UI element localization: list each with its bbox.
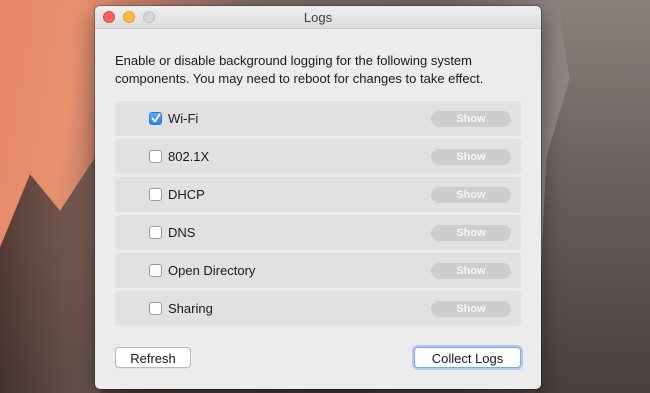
component-row-8021x: 802.1X Show bbox=[115, 139, 521, 174]
checkmark-icon bbox=[151, 113, 161, 123]
dhcp-checkbox[interactable] bbox=[149, 188, 162, 201]
component-label: 802.1X bbox=[168, 149, 210, 164]
title-bar[interactable]: Logs bbox=[95, 6, 541, 29]
component-list: Wi-Fi Show 802.1X Show DHCP Show DNS Sho… bbox=[115, 101, 521, 329]
refresh-button[interactable]: Refresh bbox=[115, 347, 191, 368]
component-label: Sharing bbox=[168, 301, 213, 316]
component-row-dhcp: DHCP Show bbox=[115, 177, 521, 212]
show-button-8021x[interactable]: Show bbox=[431, 149, 511, 165]
window-title: Logs bbox=[303, 10, 333, 25]
wallpaper-rock-right bbox=[535, 0, 650, 393]
dns-checkbox[interactable] bbox=[149, 226, 162, 239]
component-label: DHCP bbox=[168, 187, 205, 202]
component-row-dns: DNS Show bbox=[115, 215, 521, 250]
show-button-wifi[interactable]: Show bbox=[431, 111, 511, 127]
show-button-sharing[interactable]: Show bbox=[431, 301, 511, 317]
component-row-wifi: Wi-Fi Show bbox=[115, 101, 521, 136]
collect-logs-button[interactable]: Collect Logs bbox=[414, 347, 521, 368]
sharing-checkbox[interactable] bbox=[149, 302, 162, 315]
open-directory-checkbox[interactable] bbox=[149, 264, 162, 277]
component-row-sharing: Sharing Show bbox=[115, 291, 521, 326]
logs-window: Logs Enable or disable background loggin… bbox=[95, 6, 541, 389]
wifi-checkbox[interactable] bbox=[149, 112, 162, 125]
8021x-checkbox[interactable] bbox=[149, 150, 162, 163]
component-label: DNS bbox=[168, 225, 196, 240]
show-button-dhcp[interactable]: Show bbox=[431, 187, 511, 203]
component-label: Wi-Fi bbox=[168, 111, 199, 126]
description-text: Enable or disable background logging for… bbox=[115, 53, 484, 86]
show-button-dns[interactable]: Show bbox=[431, 225, 511, 241]
show-button-open-directory[interactable]: Show bbox=[431, 263, 511, 279]
component-label: Open Directory bbox=[168, 263, 256, 278]
component-row-open-directory: Open Directory Show bbox=[115, 253, 521, 288]
wallpaper-rock-left bbox=[0, 150, 100, 393]
